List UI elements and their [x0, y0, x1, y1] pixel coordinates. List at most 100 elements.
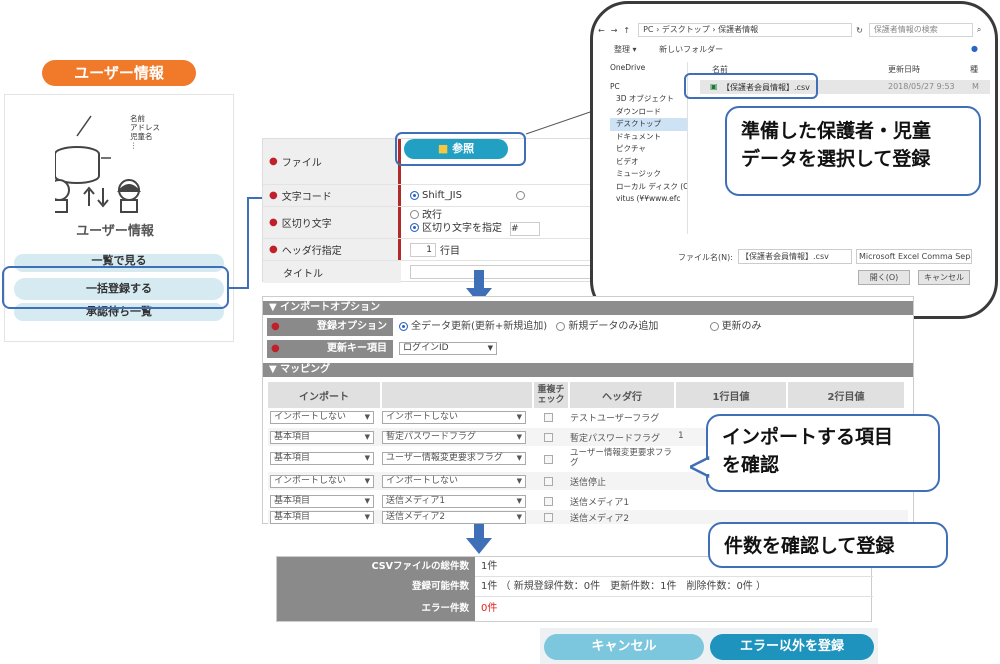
nav-item-local-disk[interactable]: ローカル ディスク (C	[610, 181, 687, 194]
delimiter-label: ● 区切り文字	[263, 207, 401, 238]
title-input[interactable]	[410, 265, 600, 279]
nav-item-documents[interactable]: ドキュメント	[610, 131, 687, 144]
field-select[interactable]: インポートしない ▼	[382, 475, 526, 488]
registrable-count-label: 登録可能件数	[277, 577, 475, 597]
col-field	[382, 382, 532, 408]
user-info-title: ユーザー情報	[42, 60, 196, 86]
dup-checkbox[interactable]	[544, 477, 553, 486]
import-select[interactable]: インポートしない ▼	[270, 411, 374, 424]
import-select[interactable]: 基本項目 ▼	[270, 511, 374, 524]
table-row: 基本項目 ▼ 送信メディア1 ▼ 送信メディア1	[268, 492, 908, 510]
field-select[interactable]: 暫定パスワードフラグ ▼	[382, 431, 526, 444]
title-label: タイトル	[263, 261, 401, 283]
col-row2: 2行目値	[788, 382, 904, 408]
csv-file-date: 2018/05/27 9:53	[888, 82, 955, 91]
cancel-button[interactable]: キャンセル	[544, 634, 704, 660]
dialog-nav-pane: OneDrive PC 3D オブジェクト ダウンロード デスクトップ ドキュメ…	[610, 62, 688, 234]
error-count-value: 0件	[481, 603, 498, 614]
forward-icon[interactable]: →	[611, 26, 618, 35]
refresh-icon[interactable]: ↻	[856, 26, 863, 35]
organize-button[interactable]: 整理 ▾	[614, 45, 637, 54]
filename-label: ファイル名(N):	[678, 253, 733, 262]
delimiter-options[interactable]: 改行 区切り文字を指定 #	[404, 207, 613, 238]
file-type-filter[interactable]: Microsoft Excel Comma Separat	[856, 249, 972, 264]
field-select[interactable]: インポートしない ▼	[382, 411, 526, 424]
dup-checkbox[interactable]	[544, 513, 553, 522]
filename-input[interactable]: 【保護者会員情報】.csv	[738, 249, 852, 264]
field-select[interactable]: 送信メディア1 ▼	[382, 495, 526, 508]
user-info-label: ユーザー情報	[76, 224, 154, 239]
dup-checkbox[interactable]	[544, 497, 553, 506]
csv-file-highlight	[684, 73, 818, 99]
error-count-label: エラー件数	[277, 597, 475, 621]
open-button[interactable]: 開く(O)	[858, 270, 910, 285]
delimiter-input[interactable]: #	[510, 221, 540, 236]
nav-item-3d[interactable]: 3D オブジェクト	[610, 93, 687, 106]
nav-item-pictures[interactable]: ピクチャ	[610, 143, 687, 156]
col-row1: 1行目値	[676, 382, 786, 408]
dup-checkbox[interactable]	[544, 433, 553, 442]
register-non-error-button[interactable]: エラー以外を登録	[710, 634, 874, 660]
dialog-address-bar: ← → ↑ PC › デスクトップ › 保護者情報 ↻ 保護者情報の検索 ⌕	[598, 22, 992, 38]
charset-label: ● 文字コード	[263, 185, 401, 206]
import-options-header[interactable]: ▼ インポートオプション	[263, 301, 913, 315]
mapping-header[interactable]: ▼ マッピング	[263, 363, 913, 377]
update-key-select[interactable]: ログインID ▼	[399, 341, 497, 355]
dialog-search[interactable]: 保護者情報の検索	[868, 23, 973, 37]
back-icon[interactable]: ←	[598, 26, 605, 35]
nav-item-music[interactable]: ミュージック	[610, 168, 687, 181]
header-cell: 送信停止	[570, 478, 607, 488]
new-folder-button[interactable]: 新しいフォルダー	[659, 45, 723, 54]
register-option-radios[interactable]: 全データ更新(更新+新規追加) 新規データのみ追加 更新のみ	[395, 318, 762, 336]
csv-file-type: M	[972, 82, 979, 91]
field-select[interactable]: 送信メディア2 ▼	[382, 511, 526, 524]
col-dup-check: 重複チェック	[534, 382, 568, 408]
column-type[interactable]: 種	[970, 64, 978, 75]
db-field-labels: 名前 アドレス 児童名 ⋮	[130, 114, 160, 150]
help-icon[interactable]: ●	[971, 44, 978, 53]
col-import: インポート	[268, 382, 380, 408]
callout-select-data: 準備した保護者・児童 データを選択して登録	[725, 106, 981, 196]
dialog-bottom-bar: ファイル名(N): 【保護者会員情報】.csv Microsoft Excel …	[614, 248, 994, 288]
dialog-cancel-button[interactable]: キャンセル	[918, 270, 970, 285]
dialog-toolbar: 整理 ▾ 新しいフォルダー ●	[614, 44, 984, 58]
header-cell: 送信メディア2	[570, 514, 630, 524]
column-date[interactable]: 更新日時	[888, 64, 920, 75]
register-option-label: ● 登録オプション	[263, 318, 393, 336]
header-row-label: ● ヘッダ行指定	[263, 239, 401, 260]
callout-check-items: インポートする項目 を確認	[706, 414, 940, 492]
total-count-value: 1件	[481, 561, 498, 572]
update-key-label: ● 更新キー項目	[263, 340, 393, 358]
nav-item-onedrive[interactable]: OneDrive	[610, 62, 687, 75]
search-icon[interactable]: ⌕	[977, 25, 981, 35]
import-select[interactable]: 基本項目 ▼	[270, 495, 374, 508]
total-count-label: CSVファイルの総件数	[277, 557, 475, 577]
callout-confirm-count: 件数を確認して登録	[708, 522, 948, 568]
registrable-count-value: 1件 （ 新規登録件数：0件 更新件数：1件 削除件数：0件 ）	[481, 581, 766, 592]
import-select[interactable]: インポートしない ▼	[270, 475, 374, 488]
nav-item-pc[interactable]: PC	[610, 81, 687, 94]
import-select[interactable]: 基本項目 ▼	[270, 452, 374, 465]
nav-item-downloads[interactable]: ダウンロード	[610, 106, 687, 119]
header-cell: テストユーザーフラグ	[570, 414, 660, 424]
header-cell: 送信メディア1	[570, 498, 630, 508]
browse-highlight	[395, 132, 526, 166]
up-icon[interactable]: ↑	[623, 26, 630, 35]
field-select[interactable]: ユーザー情報変更要求フラグ ▼	[382, 452, 526, 465]
header-row-input[interactable]: 1	[410, 242, 436, 257]
import-select[interactable]: 基本項目 ▼	[270, 431, 374, 444]
flow-arrow-down-2	[466, 520, 492, 554]
nav-item-network[interactable]: vitus (¥¥www.efc	[610, 193, 687, 206]
nav-item-desktop[interactable]: デスクトップ	[610, 118, 687, 131]
header-cell: ユーザー情報変更要求フラグ	[570, 448, 672, 468]
header-cell: 暫定パスワードフラグ	[570, 434, 661, 444]
dialog-path[interactable]: PC › デスクトップ › 保護者情報	[638, 23, 853, 37]
col-header-row: ヘッダ行	[570, 382, 674, 408]
row1-cell: 1	[678, 431, 684, 441]
bulk-register-highlight	[2, 266, 229, 309]
charset-radio[interactable]: Shift_JIS	[404, 185, 613, 206]
dup-checkbox[interactable]	[544, 413, 553, 422]
dup-checkbox[interactable]	[544, 455, 553, 464]
callout-tail	[690, 456, 710, 478]
nav-item-videos[interactable]: ビデオ	[610, 156, 687, 169]
